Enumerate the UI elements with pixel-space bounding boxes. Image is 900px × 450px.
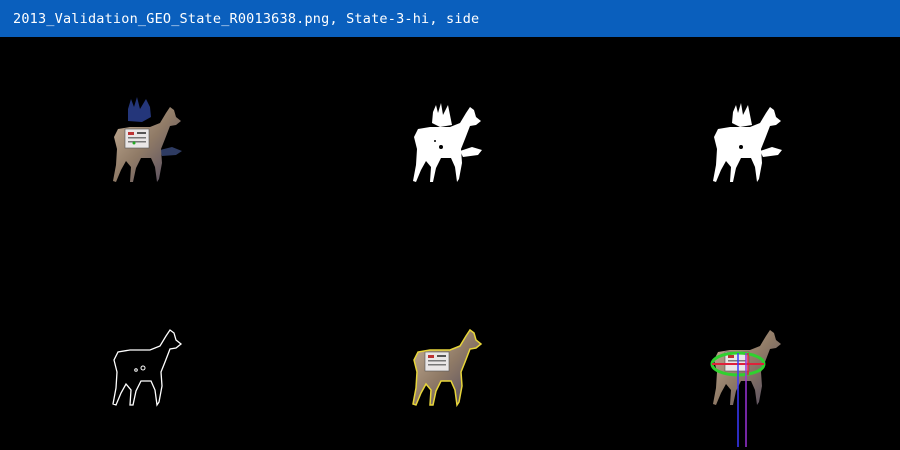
ellipse-measurement-image — [710, 330, 781, 447]
image-grid — [0, 37, 900, 450]
panel-binary-mask — [300, 37, 600, 243]
contour-outline-image — [112, 329, 183, 407]
title-bar: 2013_Validation_GEO_State_R0013638.png, … — [0, 0, 900, 37]
filled-mask-image — [713, 103, 782, 182]
panel-contour-overlay — [300, 243, 600, 449]
window-title: 2013_Validation_GEO_State_R0013638.png, … — [13, 10, 480, 27]
contour-overlay-image — [412, 328, 483, 408]
panel-contour-outline — [0, 243, 300, 449]
antelope-photo — [113, 97, 182, 182]
panel-original-image — [0, 37, 300, 243]
panel-filled-mask — [600, 37, 900, 243]
panel-ellipse-measurement — [600, 243, 900, 449]
binary-mask-image — [413, 103, 482, 182]
